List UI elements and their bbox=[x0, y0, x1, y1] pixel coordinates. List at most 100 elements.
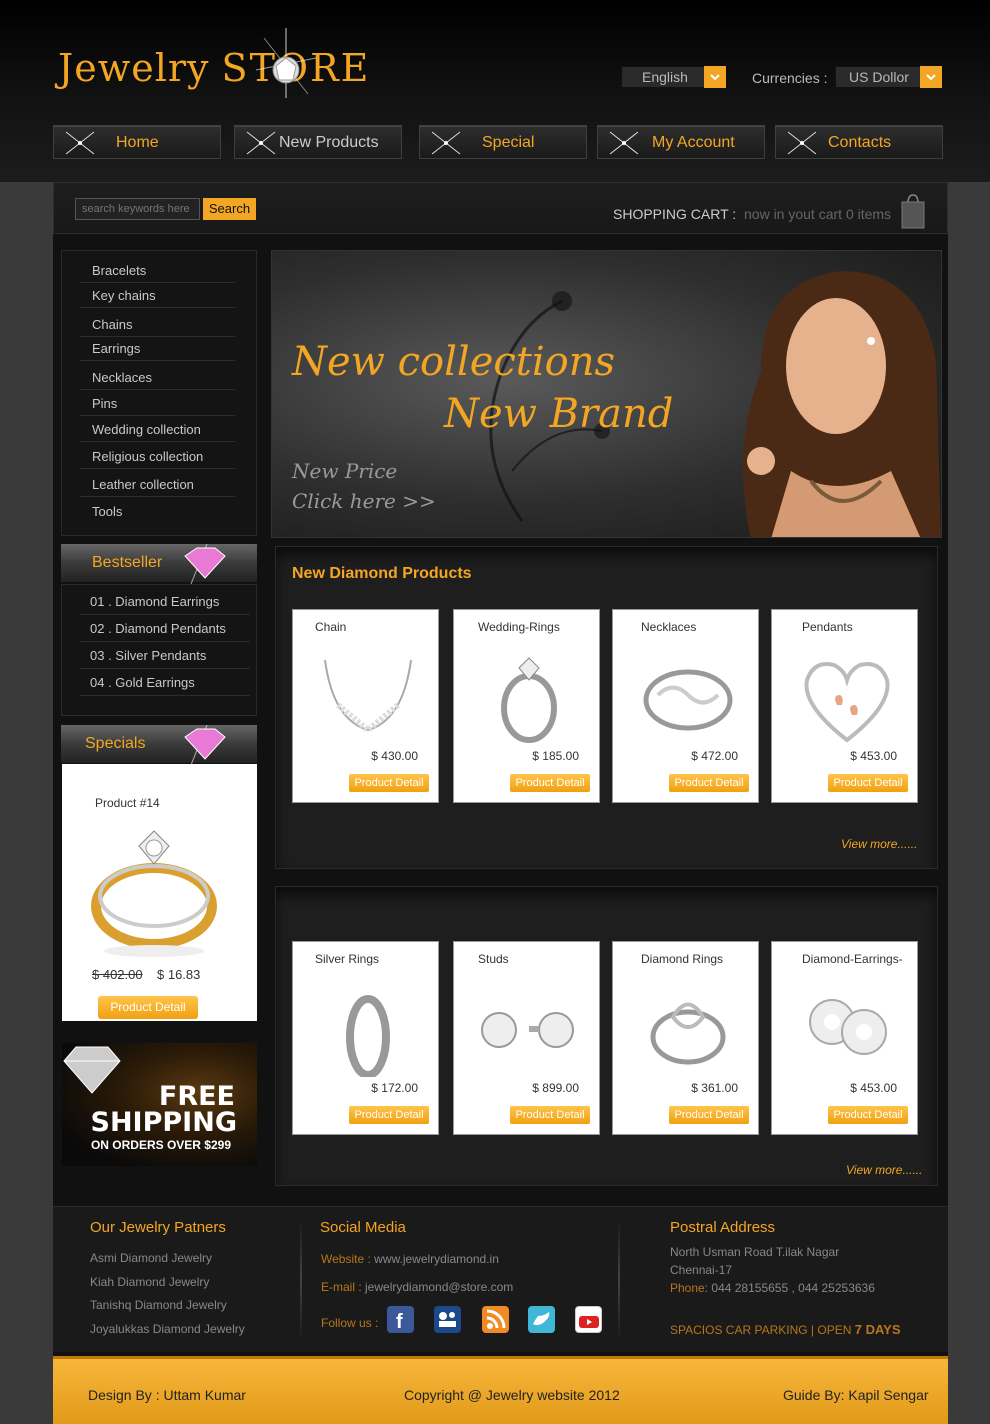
product-name[interactable]: Diamond-Earrings- bbox=[772, 952, 917, 966]
bestseller-item[interactable]: 02 . Diamond Pendants bbox=[80, 616, 250, 642]
hero-banner[interactable]: New collections New Brand New Price Clic… bbox=[271, 250, 942, 538]
chevron-down-icon[interactable] bbox=[920, 66, 942, 88]
product-name[interactable]: Studs bbox=[454, 952, 599, 966]
special-product-card: Product #14 $ 402.00 $ 16.83 Product Det… bbox=[62, 764, 257, 1021]
category-item[interactable]: Tools bbox=[80, 500, 235, 524]
website-label: Website : bbox=[321, 1252, 371, 1266]
product-detail-button[interactable]: Product Detail bbox=[349, 1106, 429, 1124]
address-line2: Chennai-17 bbox=[670, 1263, 733, 1277]
category-item[interactable]: Religious collection bbox=[80, 445, 235, 469]
chain-necklace-icon[interactable] bbox=[313, 650, 423, 740]
product-name[interactable]: Diamond Rings bbox=[613, 952, 758, 966]
partner-link[interactable]: Tanishq Diamond Jewelry bbox=[90, 1298, 227, 1312]
specials-header: Specials bbox=[61, 725, 257, 765]
category-list: Bracelets Key chains Chains Earrings Nec… bbox=[61, 250, 257, 536]
diamond-ring-icon[interactable] bbox=[633, 982, 743, 1072]
nav-item-contacts[interactable]: Contacts bbox=[775, 125, 943, 159]
nav-item-home[interactable]: Home bbox=[53, 125, 221, 159]
facebook-icon[interactable]: f bbox=[387, 1306, 414, 1333]
product-name[interactable]: Chain bbox=[293, 620, 438, 634]
email-label: E-mail : bbox=[321, 1280, 362, 1294]
partner-link[interactable]: Joyalukkas Diamond Jewelry bbox=[90, 1322, 245, 1336]
product-detail-button[interactable]: Product Detail bbox=[828, 774, 908, 792]
product-detail-button[interactable]: Product Detail bbox=[828, 1106, 908, 1124]
bestseller-item[interactable]: 04 . Gold Earrings bbox=[80, 670, 250, 696]
address-title: Postral Address bbox=[670, 1219, 776, 1236]
logo-text-main: Jewelry bbox=[58, 46, 210, 90]
bestseller-item[interactable]: 03 . Silver Pendants bbox=[80, 643, 250, 669]
website-link[interactable]: www.jewelrydiamond.in bbox=[374, 1252, 499, 1266]
product-name[interactable]: Necklaces bbox=[613, 620, 758, 634]
nav-label: Home bbox=[116, 134, 159, 151]
product-detail-button[interactable]: Product Detail bbox=[98, 996, 198, 1019]
pink-diamond-icon bbox=[184, 544, 226, 584]
product-detail-button[interactable]: Product Detail bbox=[669, 774, 749, 792]
category-item[interactable]: Key chains bbox=[80, 284, 235, 308]
partner-link[interactable]: Asmi Diamond Jewelry bbox=[90, 1251, 212, 1265]
twitter-icon[interactable] bbox=[528, 1306, 555, 1333]
phone-label: Phone: bbox=[670, 1281, 709, 1295]
rss-icon[interactable] bbox=[482, 1306, 509, 1333]
category-item[interactable]: Pins bbox=[80, 392, 235, 416]
language-selected: English bbox=[642, 69, 688, 85]
bestseller-header: Bestseller bbox=[61, 544, 257, 584]
nav-item-special[interactable]: Special bbox=[419, 125, 587, 159]
category-item[interactable]: Leather collection bbox=[80, 473, 235, 497]
search-button[interactable]: Search bbox=[203, 198, 256, 220]
product-detail-button[interactable]: Product Detail bbox=[669, 1106, 749, 1124]
wedding-ring-icon[interactable] bbox=[474, 650, 584, 745]
chevron-down-icon[interactable] bbox=[704, 66, 726, 88]
product-detail-button[interactable]: Product Detail bbox=[510, 1106, 590, 1124]
product-name[interactable]: Wedding-Rings bbox=[454, 620, 599, 634]
logo[interactable]: JewelrySTORE bbox=[58, 46, 370, 90]
view-more-link[interactable]: View more...... bbox=[846, 1163, 922, 1177]
free-shipping-banner[interactable]: FREE SHIPPING ON ORDERS OVER $299 bbox=[62, 1043, 257, 1166]
silver-ring-icon[interactable] bbox=[313, 982, 423, 1077]
designer-credit: Design By : Uttam Kumar bbox=[88, 1387, 246, 1403]
nav-item-new-products[interactable]: New Products bbox=[234, 125, 402, 159]
gold-ring-icon[interactable] bbox=[84, 816, 224, 961]
nav-item-my-account[interactable]: My Account bbox=[597, 125, 765, 159]
partners-title: Our Jewelry Patners bbox=[90, 1219, 226, 1236]
bestseller-item[interactable]: 01 . Diamond Earrings bbox=[80, 589, 250, 615]
partner-link[interactable]: Kiah Diamond Jewelry bbox=[90, 1275, 209, 1289]
special-old-price: $ 402.00 bbox=[92, 967, 143, 982]
youtube-icon[interactable] bbox=[575, 1306, 602, 1333]
product-detail-button[interactable]: Product Detail bbox=[349, 774, 429, 792]
view-more-link[interactable]: View more...... bbox=[841, 837, 917, 851]
email-row: E-mail : jewelrydiamond@store.com bbox=[321, 1280, 513, 1294]
currency-selected: US Dollor bbox=[849, 69, 909, 85]
stud-earrings-icon[interactable] bbox=[474, 982, 584, 1072]
heart-pendant-icon[interactable] bbox=[792, 650, 902, 745]
cart-label: SHOPPING CART : bbox=[613, 206, 737, 222]
bestseller-list: 01 . Diamond Earrings 02 . Diamond Penda… bbox=[61, 584, 257, 716]
language-select[interactable]: English bbox=[621, 66, 726, 88]
currency-select[interactable]: US Dollor bbox=[835, 66, 942, 88]
search-input[interactable] bbox=[75, 198, 200, 220]
shopping-bag-icon[interactable] bbox=[899, 193, 927, 229]
nav-label: New Products bbox=[279, 134, 379, 151]
category-item[interactable]: Bracelets bbox=[80, 259, 235, 283]
infinity-ring-icon[interactable] bbox=[633, 650, 743, 740]
myspace-icon[interactable] bbox=[434, 1306, 461, 1333]
phone-row: Phone: 044 28155655 , 044 25253636 bbox=[670, 1281, 875, 1295]
email-link[interactable]: jewelrydiamond@store.com bbox=[365, 1280, 513, 1294]
sparkle-icon bbox=[65, 131, 95, 155]
banner-cta-link[interactable]: Click here >> bbox=[292, 489, 436, 513]
pink-diamond-icon bbox=[184, 725, 226, 765]
special-product-name[interactable]: Product #14 bbox=[95, 796, 160, 810]
product-detail-button[interactable]: Product Detail bbox=[510, 774, 590, 792]
product-name[interactable]: Silver Rings bbox=[293, 952, 438, 966]
cart-status[interactable]: now in yout cart 0 items bbox=[744, 206, 891, 222]
product-name[interactable]: Pendants bbox=[772, 620, 917, 634]
website-row: Website : www.jewelrydiamond.in bbox=[321, 1252, 499, 1266]
product-price: $ 185.00 bbox=[532, 749, 579, 763]
category-item[interactable]: Wedding collection bbox=[80, 418, 235, 442]
new-products-panel: New Diamond Products Chain $ 430.00 Prod… bbox=[275, 546, 938, 869]
social-title: Social Media bbox=[320, 1219, 406, 1236]
diamond-earrings-icon[interactable] bbox=[792, 982, 902, 1072]
bestseller-title: Bestseller bbox=[92, 554, 163, 571]
category-item[interactable]: Chains bbox=[80, 313, 235, 337]
category-item[interactable]: Earrings bbox=[80, 337, 235, 361]
category-item[interactable]: Necklaces bbox=[80, 366, 235, 390]
